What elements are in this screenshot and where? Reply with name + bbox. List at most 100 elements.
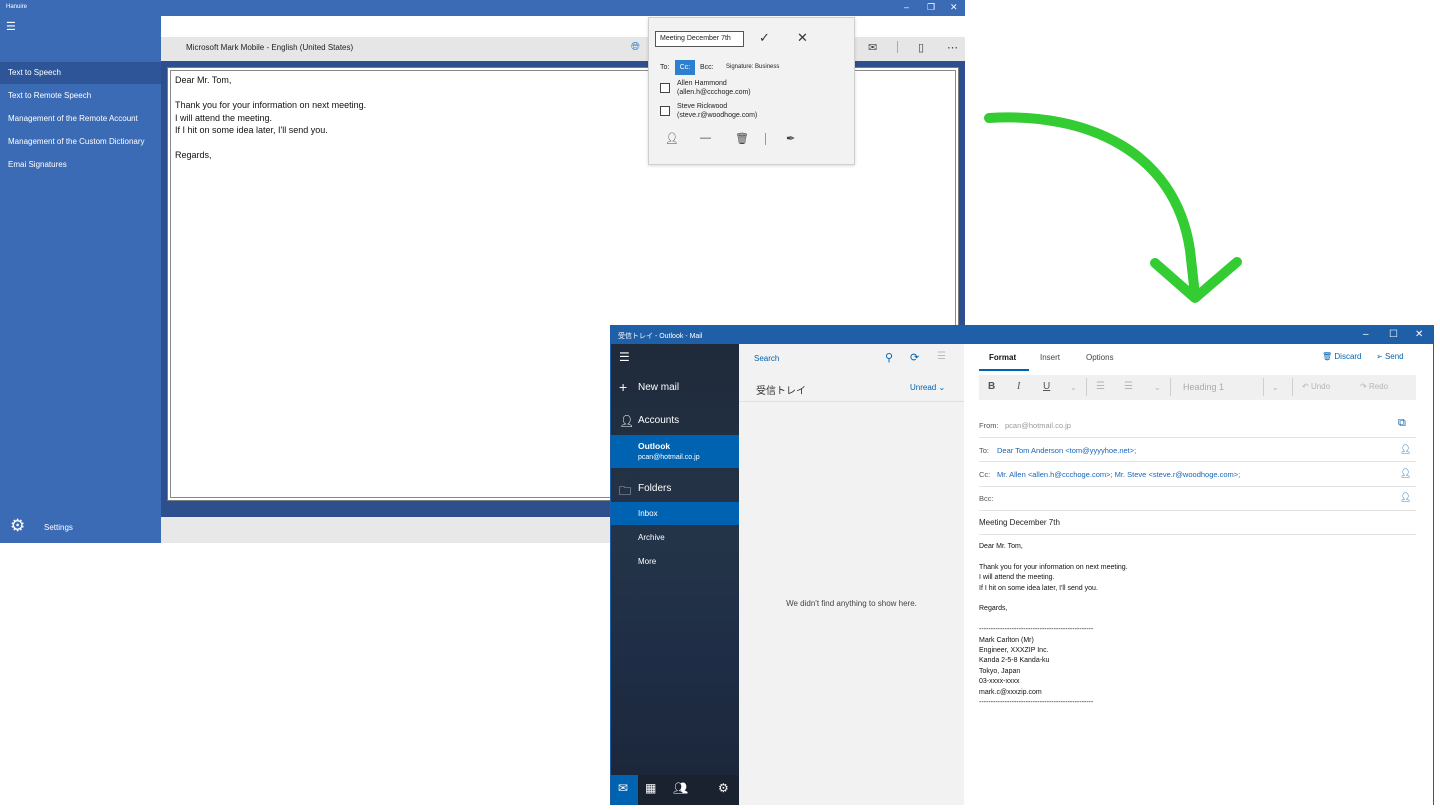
folder-item-inbox[interactable] bbox=[611, 502, 739, 525]
toolbar-divider bbox=[1170, 378, 1171, 396]
add-person-icon[interactable]: 👤︎ bbox=[665, 132, 679, 145]
signature-label[interactable]: Signature: Business bbox=[726, 64, 779, 70]
nav-text-to-speech[interactable]: Text to Speech bbox=[0, 62, 161, 84]
cc-toggle[interactable]: Cc: bbox=[675, 60, 695, 75]
new-mail-button[interactable]: New mail bbox=[638, 382, 679, 393]
search-input[interactable]: Search bbox=[754, 354, 779, 363]
bcc-toggle[interactable]: Bcc: bbox=[700, 64, 714, 71]
person-icon: 👤︎ bbox=[619, 414, 635, 428]
hanuire-sidebar: Text to Speech Text to Remote Speech Man… bbox=[0, 16, 161, 543]
globe-icon[interactable]: 🌐︎ bbox=[631, 41, 640, 54]
minus-icon[interactable]: — bbox=[700, 132, 711, 144]
send-icon: ➢ bbox=[1376, 352, 1383, 361]
chevron-down-icon[interactable]: ⌄ bbox=[1070, 383, 1077, 392]
person-icon[interactable]: 👤︎ bbox=[1400, 492, 1411, 503]
italic-icon[interactable]: I bbox=[1017, 381, 1020, 392]
search-icon[interactable]: ⚲ bbox=[885, 351, 893, 364]
from-value[interactable]: pcan@hotmail.co.jp bbox=[1005, 421, 1071, 430]
empty-state-message: We didn't find anything to show here. bbox=[786, 599, 917, 608]
contact-checkbox[interactable] bbox=[660, 83, 670, 93]
calendar-icon[interactable]: ▦ bbox=[645, 781, 656, 795]
settings-label[interactable]: Settings bbox=[44, 523, 73, 532]
pen-icon[interactable]: ✒︎ bbox=[786, 132, 795, 145]
minimize-icon[interactable]: – bbox=[904, 2, 909, 12]
gear-icon[interactable]: ⚙ bbox=[718, 781, 729, 795]
person-icon[interactable]: 👤︎ bbox=[1400, 444, 1411, 455]
nav-custom-dictionary[interactable]: Management of the Custom Dictionary bbox=[0, 131, 161, 153]
tab-format[interactable]: Format bbox=[989, 353, 1016, 362]
person-icon[interactable]: 👤︎ bbox=[1400, 468, 1411, 479]
nav-text-to-remote-speech[interactable]: Text to Remote Speech bbox=[0, 85, 161, 107]
nav-remote-account[interactable]: Management of the Remote Account bbox=[0, 108, 161, 130]
folder-item-archive[interactable]: Archive bbox=[638, 533, 665, 542]
redo-icon: ↷ bbox=[1360, 382, 1367, 391]
close-icon[interactable]: ✕ bbox=[950, 2, 958, 13]
signature-rule: ----------------------------------------… bbox=[979, 626, 1094, 634]
account-item[interactable] bbox=[611, 435, 739, 468]
bold-icon[interactable]: B bbox=[988, 381, 995, 392]
subject-field[interactable]: Meeting December 7th bbox=[979, 518, 1060, 527]
contact-entry: Steve Rickwood (steve.r@woodhoge.com) bbox=[677, 102, 757, 120]
popout-icon[interactable]: ⧉ bbox=[1398, 417, 1406, 430]
checkmark-icon[interactable]: ✓ bbox=[759, 30, 770, 46]
body-line: I will attend the meeting. bbox=[979, 574, 1055, 582]
folders-button[interactable]: Folders bbox=[638, 483, 671, 494]
contact-checkbox[interactable] bbox=[660, 106, 670, 116]
mail-icon[interactable]: ✉ bbox=[618, 781, 628, 795]
filter-dropdown[interactable]: Unread ⌄ bbox=[910, 383, 945, 392]
field-divider bbox=[979, 534, 1416, 535]
redo-label: Redo bbox=[1368, 382, 1389, 391]
mail-titlebar: 受信トレイ - Outlook - Mail – ☐ ✕ bbox=[611, 326, 1433, 344]
toolbar-divider bbox=[1263, 378, 1264, 396]
to-toggle[interactable]: To: bbox=[660, 64, 669, 71]
body-closing: Regards, bbox=[979, 605, 1008, 613]
sync-icon[interactable]: ⟳ bbox=[910, 351, 919, 364]
contact-name: Steve Rickwood bbox=[677, 103, 728, 110]
folder-icon: 🗀︎ bbox=[619, 484, 632, 498]
body-line: Thank you for your information on next m… bbox=[979, 563, 1128, 571]
people-icon[interactable]: 👥︎ bbox=[673, 781, 688, 795]
to-label: To: bbox=[979, 446, 990, 455]
restore-icon[interactable]: ❐ bbox=[927, 2, 935, 13]
account-email: pcan@hotmail.co.jp bbox=[638, 454, 700, 461]
close-icon[interactable]: ✕ bbox=[1415, 329, 1423, 340]
gear-icon[interactable]: ⚙ bbox=[10, 516, 25, 536]
close-icon[interactable]: ✕ bbox=[797, 30, 808, 46]
tab-options[interactable]: Options bbox=[1086, 353, 1114, 362]
chevron-down-icon[interactable]: ⌄ bbox=[1272, 383, 1279, 392]
contact-email: (allen.h@ccchoge.com) bbox=[677, 89, 751, 96]
hamburger-menu-icon[interactable]: ☰ bbox=[619, 350, 630, 364]
signature-phone: 03-xxxx-xxxx bbox=[979, 678, 1020, 686]
signature-address: Tokyo, Japan bbox=[979, 667, 1021, 675]
cc-field[interactable]: Mr. Allen <allen.h@ccchoge.com>; Mr. Ste… bbox=[997, 470, 1240, 479]
accounts-button[interactable]: Accounts bbox=[638, 415, 679, 426]
underline-icon[interactable]: U bbox=[1043, 381, 1050, 392]
discard-button[interactable]: 🗑︎ Discard bbox=[1322, 352, 1362, 361]
chevron-down-icon: ⌄ bbox=[938, 383, 946, 392]
folder-item-more[interactable]: More bbox=[638, 557, 656, 566]
envelope-icon[interactable]: ✉ bbox=[868, 41, 877, 54]
nav-email-signatures[interactable]: Emai Signatures bbox=[0, 154, 161, 176]
numbering-icon[interactable]: ☰ bbox=[1124, 381, 1133, 392]
to-field[interactable]: Dear Tom Anderson <tom@yyyyhoe.net>; bbox=[997, 446, 1136, 455]
undo-button[interactable]: ↶ Undo bbox=[1302, 382, 1330, 391]
phone-icon[interactable]: ▯ bbox=[918, 41, 924, 54]
account-name: Outlook bbox=[638, 441, 671, 451]
hamburger-menu-icon[interactable]: ☰ bbox=[6, 22, 18, 33]
maximize-icon[interactable]: ☐ bbox=[1389, 329, 1398, 340]
send-button[interactable]: ➢ Send bbox=[1376, 352, 1404, 361]
bullets-icon[interactable]: ☰ bbox=[1096, 381, 1105, 392]
plus-icon[interactable]: + bbox=[619, 379, 627, 395]
voice-selector[interactable]: Microsoft Mark Mobile - English (United … bbox=[186, 43, 353, 52]
style-dropdown[interactable]: Heading 1 bbox=[1183, 382, 1224, 392]
minimize-icon[interactable]: – bbox=[1363, 329, 1369, 340]
chevron-down-icon[interactable]: ⌄ bbox=[1154, 383, 1161, 392]
tab-insert[interactable]: Insert bbox=[1040, 353, 1060, 362]
active-tab-indicator bbox=[979, 369, 1029, 371]
subject-input[interactable]: Meeting December 7th bbox=[655, 31, 744, 47]
redo-button[interactable]: ↷ Redo bbox=[1360, 382, 1388, 391]
more-icon[interactable]: ⋯ bbox=[947, 41, 958, 54]
message-body[interactable]: Dear Mr. Tom, Thank you for your informa… bbox=[979, 542, 1399, 708]
select-mode-icon[interactable]: ☰ bbox=[937, 351, 946, 362]
trash-icon[interactable]: 🗑︎ bbox=[735, 132, 749, 145]
